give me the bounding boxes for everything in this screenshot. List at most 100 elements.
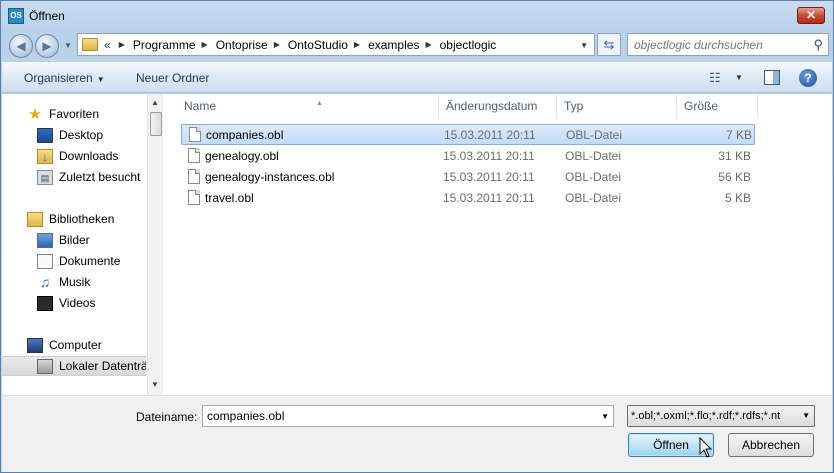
sidebar-scrollbar[interactable]: ▲ ▼ — [147, 94, 163, 395]
chevron-down-icon[interactable]: ▼ — [601, 412, 609, 421]
column-divider[interactable] — [757, 94, 758, 118]
file-date: 15.03.2011 20:11 — [443, 191, 535, 205]
chevron-right-icon[interactable]: ▶ — [202, 40, 208, 49]
sidebar-item-music[interactable]: ♫ Musik — [2, 272, 146, 292]
sidebar-item-videos[interactable]: Videos — [2, 293, 146, 313]
column-header-size[interactable]: Größe — [676, 94, 756, 118]
help-icon[interactable]: ? — [799, 69, 817, 87]
file-row[interactable]: travel.obl 15.03.2011 20:11 OBL-Datei 5 … — [181, 188, 755, 209]
title-bar[interactable]: OS Öffnen ✕ — [1, 1, 833, 31]
filename-label: Dateiname: — [136, 410, 198, 424]
file-row[interactable]: genealogy.obl 15.03.2011 20:11 OBL-Datei… — [181, 146, 755, 167]
file-size: 56 KB — [718, 170, 751, 184]
refresh-button[interactable]: ⇆ — [597, 33, 621, 56]
file-type-filter-value: *.obl;*.oxml;*.flo;*.rdf;*.rdfs;*.nt — [631, 410, 781, 422]
file-icon — [189, 127, 201, 142]
address-dropdown-icon[interactable]: ▼ — [580, 41, 588, 50]
chevron-right-icon[interactable]: ▶ — [274, 40, 280, 49]
sidebar-item-libraries[interactable]: Bibliotheken — [2, 209, 146, 229]
sidebar-item-documents[interactable]: Dokumente — [2, 251, 146, 271]
address-bar[interactable]: « ▶ Programme ▶ Ontoprise ▶ OntoStudio ▶… — [77, 33, 595, 56]
breadcrumb-item[interactable]: examples — [368, 38, 419, 52]
scroll-down-icon[interactable]: ▼ — [151, 380, 159, 389]
view-dropdown-icon[interactable]: ▼ — [735, 73, 743, 82]
sidebar-item-label: Favoriten — [49, 107, 100, 121]
drive-icon — [37, 358, 53, 374]
chevron-right-icon[interactable]: ▶ — [425, 40, 431, 49]
view-icon[interactable]: ☷ — [709, 70, 721, 86]
file-list: ▲ Name Änderungsdatum Typ Größe companie… — [163, 94, 832, 395]
recent-places-icon: ▤ — [37, 169, 53, 185]
column-header-type[interactable]: Typ — [556, 94, 676, 118]
sidebar-item-downloads[interactable]: ↓ Downloads — [2, 146, 146, 166]
sidebar-item-desktop[interactable]: Desktop — [2, 125, 146, 145]
sidebar-item-label: Lokaler Datenträger — [59, 359, 146, 373]
chevron-right-icon[interactable]: ▶ — [119, 40, 125, 49]
close-button[interactable]: ✕ — [797, 7, 825, 24]
filename-combobox[interactable]: ▼ — [202, 405, 614, 427]
file-row[interactable]: genealogy-instances.obl 15.03.2011 20:11… — [181, 167, 755, 188]
sidebar-item-label: Dokumente — [59, 254, 121, 268]
sidebar-item-label: Downloads — [59, 149, 119, 163]
file-size: 5 KB — [724, 191, 751, 205]
column-header-date[interactable]: Änderungsdatum — [438, 94, 558, 118]
downloads-folder-icon: ↓ — [37, 148, 53, 164]
chevron-right-icon[interactable]: ▶ — [354, 40, 360, 49]
libraries-icon — [27, 211, 43, 227]
sidebar-item-computer[interactable]: Computer — [2, 335, 146, 355]
file-name: travel.obl — [205, 191, 254, 205]
file-date: 15.03.2011 20:11 — [443, 170, 535, 184]
search-box[interactable]: ⚲ — [627, 33, 829, 56]
music-icon: ♫ — [39, 273, 51, 290]
back-button[interactable]: ◀ — [9, 34, 33, 58]
file-type-filter[interactable]: *.obl;*.oxml;*.flo;*.rdf;*.rdfs;*.nt ▼ — [627, 405, 815, 427]
sidebar-item-local-drive[interactable]: Lokaler Datenträger — [2, 356, 146, 376]
pictures-icon — [37, 232, 53, 248]
videos-icon — [37, 295, 53, 311]
navigation-pane: ★ Favoriten Desktop ↓ Downloads ▤ Zuletzt b… — [2, 94, 162, 395]
command-bar: Organisieren ▼ Neuer Ordner ☷ ▼ ? — [2, 62, 832, 93]
organize-button[interactable]: Organisieren ▼ — [24, 71, 105, 85]
file-date: 15.03.2011 20:11 — [444, 128, 536, 142]
breadcrumb-item[interactable]: objectlogic — [440, 38, 497, 52]
file-date: 15.03.2011 20:11 — [443, 149, 535, 163]
file-type: OBL-Datei — [565, 149, 622, 163]
file-name: genealogy.obl — [205, 149, 279, 163]
cancel-button[interactable]: Abbrechen — [728, 433, 814, 457]
star-icon: ★ — [28, 105, 42, 123]
column-header-name[interactable]: ▲ Name — [176, 94, 438, 118]
computer-icon — [27, 337, 43, 353]
documents-icon — [37, 253, 53, 269]
file-size: 7 KB — [725, 128, 752, 142]
breadcrumb-item[interactable]: Ontoprise — [216, 38, 268, 52]
file-icon — [188, 169, 200, 184]
new-folder-button[interactable]: Neuer Ordner — [136, 71, 209, 85]
search-input[interactable] — [628, 34, 798, 55]
file-type: OBL-Datei — [565, 170, 622, 184]
arrow-right-icon: ▶ — [42, 39, 52, 53]
scroll-up-icon[interactable]: ▲ — [151, 98, 159, 107]
preview-pane-icon[interactable] — [764, 70, 780, 85]
breadcrumb-item[interactable]: Programme — [133, 38, 196, 52]
chevron-down-icon[interactable]: ▼ — [802, 406, 810, 426]
file-name: genealogy-instances.obl — [205, 170, 335, 184]
breadcrumb-overflow[interactable]: « — [104, 38, 111, 52]
sidebar-item-pictures[interactable]: Bilder — [2, 230, 146, 250]
scrollbar-thumb[interactable] — [150, 112, 162, 136]
sidebar-item-favorites[interactable]: ★ Favoriten — [2, 104, 146, 124]
sidebar-item-label: Videos — [59, 296, 96, 310]
recent-locations-dropdown[interactable]: ▼ — [64, 41, 72, 50]
desktop-icon — [37, 127, 53, 143]
file-icon — [188, 148, 200, 163]
forward-button[interactable]: ▶ — [35, 34, 59, 58]
filename-input[interactable] — [203, 406, 593, 426]
organize-label: Organisieren — [24, 71, 93, 85]
sidebar-item-recent[interactable]: ▤ Zuletzt besucht — [2, 167, 146, 187]
file-type: OBL-Datei — [565, 191, 622, 205]
file-row[interactable]: companies.obl 15.03.2011 20:11 OBL-Datei… — [181, 124, 755, 145]
file-type: OBL-Datei — [566, 128, 623, 142]
search-icon[interactable]: ⚲ — [813, 37, 823, 53]
file-name: companies.obl — [206, 128, 284, 142]
breadcrumb-item[interactable]: OntoStudio — [288, 38, 348, 52]
arrow-left-icon: ◀ — [16, 39, 26, 53]
